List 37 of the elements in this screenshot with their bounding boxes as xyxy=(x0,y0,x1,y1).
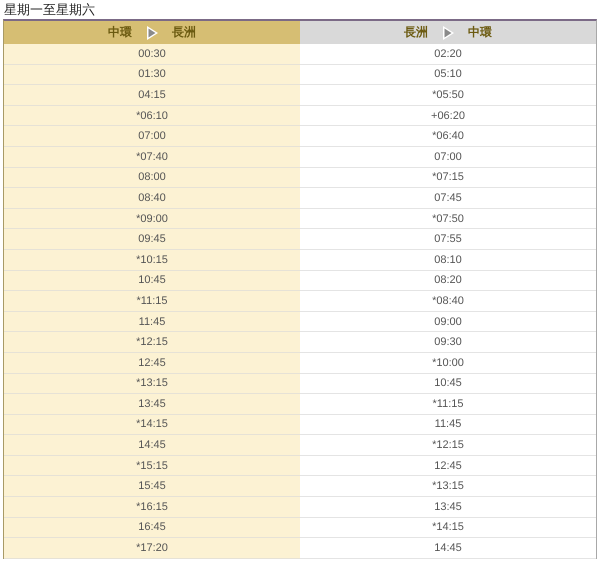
time-cell: *14:15 xyxy=(4,414,300,436)
time-cell: *12:15 xyxy=(4,332,300,353)
time-cell: 10:45 xyxy=(4,270,300,292)
time-cell: *06:10 xyxy=(4,106,300,126)
play-arrow-icon xyxy=(146,26,158,40)
time-cell: 16:45 xyxy=(4,518,300,538)
time-cell: *07:40 xyxy=(4,146,300,168)
time-cell: 09:00 xyxy=(300,312,596,332)
time-cell: 04:15 xyxy=(4,85,300,106)
time-cell: 14:45 xyxy=(4,435,300,456)
time-cell: *09:00 xyxy=(4,208,300,230)
time-cell: *14:15 xyxy=(300,518,596,538)
schedule-heading: 星期一至星期六 xyxy=(3,2,96,19)
time-cell: 05:10 xyxy=(300,64,596,86)
time-cell: *07:15 xyxy=(300,168,596,188)
time-cell: *17:20 xyxy=(4,538,300,559)
time-cell: 11:45 xyxy=(4,312,300,332)
time-cell: 08:20 xyxy=(300,270,596,292)
play-arrow-icon xyxy=(442,26,454,40)
time-cell: *11:15 xyxy=(4,291,300,312)
time-cell: 10:45 xyxy=(300,374,596,394)
time-cell: 08:40 xyxy=(4,188,300,209)
time-cell: 09:45 xyxy=(4,229,300,250)
time-cell: 15:45 xyxy=(4,476,300,498)
time-cell: 11:45 xyxy=(300,414,596,436)
time-cell: *13:15 xyxy=(4,374,300,394)
direction-tab[interactable]: 長洲 中環 xyxy=(300,21,596,44)
time-cell: 00:30 xyxy=(4,44,300,65)
time-cell: *16:15 xyxy=(4,497,300,518)
time-cell: *10:15 xyxy=(4,250,300,271)
time-cell: 08:00 xyxy=(4,168,300,188)
direction-tab[interactable]: 中環 長洲 xyxy=(4,21,300,44)
time-cell: 07:00 xyxy=(4,126,300,147)
time-cell: 13:45 xyxy=(4,394,300,415)
time-cell: 01:30 xyxy=(4,64,300,86)
time-cell: *15:15 xyxy=(4,456,300,476)
time-cell: 12:45 xyxy=(4,352,300,374)
